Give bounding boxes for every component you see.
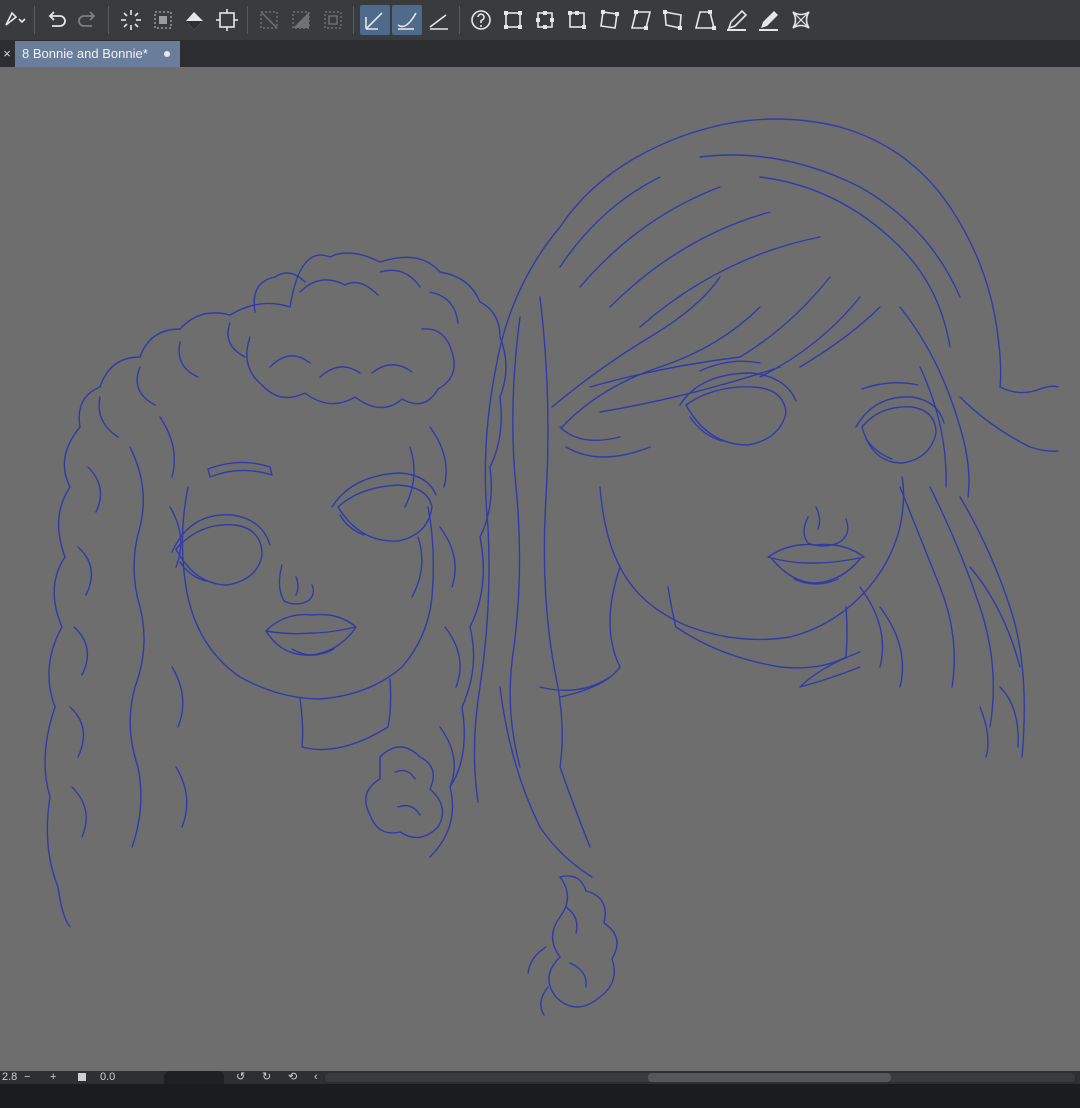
angle-slider[interactable] — [164, 1071, 224, 1084]
rotation-angle: 0.0 — [100, 1071, 116, 1083]
reset-rotation-icon[interactable]: ⟲ — [288, 1071, 297, 1084]
right-figure-left-eye — [685, 386, 787, 446]
ruler-snap-icon[interactable] — [360, 5, 390, 35]
transform-icon[interactable] — [498, 5, 528, 35]
left-figure-left-eye — [175, 524, 263, 586]
left-figure-lips — [265, 613, 357, 635]
toolbar-divider — [108, 6, 109, 34]
redo-icon[interactable] — [73, 5, 103, 35]
right-hair-outline — [495, 118, 1059, 394]
window-bottom-edge — [0, 1084, 1080, 1108]
toolbar-divider — [247, 6, 248, 34]
tab-bar: × 8 Bonnie and Bonnie* — [0, 40, 1080, 67]
scrollbar-thumb[interactable] — [648, 1073, 891, 1082]
tab-document[interactable]: 8 Bonnie and Bonnie* — [15, 41, 180, 67]
zoom-in-button[interactable]: + — [50, 1071, 56, 1084]
unsaved-indicator-icon — [164, 51, 170, 57]
toolbar-divider — [34, 6, 35, 34]
toolbar-divider — [459, 6, 460, 34]
line-snap-icon[interactable] — [424, 5, 454, 35]
zoom-out-button[interactable]: − — [24, 1071, 30, 1084]
right-figure-lips — [767, 543, 865, 564]
toolbar-divider — [353, 6, 354, 34]
select-all-icon[interactable] — [148, 5, 178, 35]
clear-selection-icon[interactable] — [254, 5, 284, 35]
right-figure-right-eye — [861, 406, 937, 464]
help-icon[interactable] — [466, 5, 496, 35]
brush-dropdown-icon[interactable] — [0, 5, 30, 35]
rotate-icon[interactable] — [562, 5, 592, 35]
fill-bucket-icon[interactable] — [180, 5, 210, 35]
close-tab-button[interactable]: × — [0, 40, 14, 67]
rotate-right-icon[interactable]: ↻ — [262, 1071, 271, 1084]
undo-icon[interactable] — [41, 5, 71, 35]
tab-label: 8 Bonnie and Bonnie* — [22, 46, 148, 61]
crop-icon[interactable] — [212, 5, 242, 35]
distort-icon[interactable] — [658, 5, 688, 35]
invert-selection-icon[interactable] — [286, 5, 316, 35]
toolbar — [0, 0, 1080, 41]
zoom-level: 2.8 — [2, 1071, 18, 1083]
mesh-transform-icon[interactable] — [786, 5, 816, 35]
curve-snap-icon[interactable] — [392, 5, 422, 35]
line-art — [44, 118, 1059, 1016]
drawing-canvas[interactable] — [0, 67, 1080, 1071]
status-bar: 2.8 − + 0.0 ↺ ↻ ⟲ ‹ — [0, 1071, 1080, 1084]
perspective-icon[interactable] — [690, 5, 720, 35]
free-transform-icon[interactable] — [594, 5, 624, 35]
deselect-icon[interactable] — [116, 5, 146, 35]
pen-icon[interactable] — [722, 5, 752, 35]
scale-icon[interactable] — [530, 5, 560, 35]
fit-view-icon[interactable] — [78, 1073, 86, 1081]
left-hair-outline — [78, 252, 507, 858]
scroll-left-icon[interactable]: ‹ — [314, 1071, 318, 1084]
skew-icon[interactable] — [626, 5, 656, 35]
pen-alt-icon[interactable] — [754, 5, 784, 35]
selection-frame-icon[interactable] — [318, 5, 348, 35]
left-face-outline — [181, 486, 435, 700]
rotate-left-icon[interactable]: ↺ — [236, 1071, 245, 1084]
left-figure-right-eye — [337, 484, 433, 542]
